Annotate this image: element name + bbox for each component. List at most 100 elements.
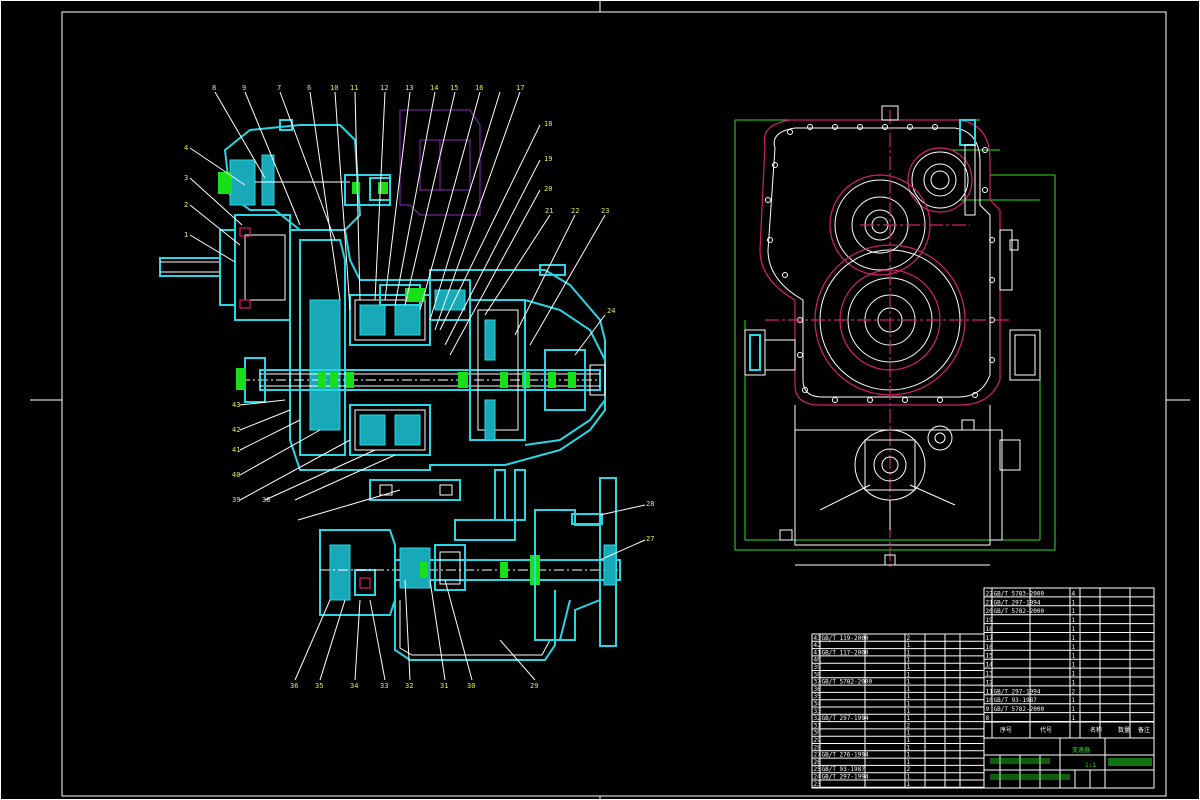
callout-15: 15	[450, 84, 458, 92]
bom-cell: 19	[986, 617, 994, 624]
bom-cell: 1	[907, 759, 911, 766]
bom-cell: 1	[907, 737, 911, 744]
bom-cell: GB/T 119-2000	[822, 635, 869, 642]
bom-cell: 15	[986, 653, 994, 660]
bom-cell: 1	[1072, 653, 1076, 660]
callout-23: 23	[601, 207, 609, 215]
bom-cell: 4	[1072, 590, 1076, 597]
bom-cell: 33	[814, 708, 822, 715]
bom-cell: GB/T 297-1994	[994, 688, 1041, 695]
bom-cell: 34	[814, 701, 822, 708]
callout-21: 21	[545, 207, 553, 215]
bom-cell: 10	[986, 697, 994, 704]
bom-cell: 27	[814, 752, 822, 759]
bom-cell: 11	[986, 688, 994, 695]
callout-28: 28	[646, 500, 654, 508]
callout-41: 41	[232, 446, 240, 454]
drawing-name: 变速器	[1072, 746, 1090, 754]
callout-17: 17	[516, 84, 524, 92]
bom-cell: 20	[986, 608, 994, 615]
bom-cell: GB/T 297-1994	[994, 599, 1041, 606]
bom-cell: 42	[814, 642, 822, 649]
callout-43: 43	[232, 401, 240, 409]
bom-cell: 1	[907, 708, 911, 715]
bom-cell: 1	[1072, 697, 1076, 704]
callout-4: 4	[184, 144, 188, 152]
callout-40: 40	[232, 471, 240, 479]
front-view	[734, 105, 1056, 570]
bom-cell: 39	[814, 664, 822, 671]
bom-right-table: 22 GB/T 5783-2000 421 GB/T 297-1994 120 GB/T …	[983, 587, 1155, 739]
drawing-scale: 1:1	[1085, 762, 1096, 769]
bom-cell: 29	[814, 737, 822, 744]
bom-cell: 22	[986, 590, 994, 597]
bom-header-code: 代号	[1040, 726, 1052, 734]
bom-cell: 35	[814, 693, 822, 700]
cad-drawing-sheet: 8 9 7 6 10 11 12 13 14 15 16 17 18 19 20…	[0, 0, 1200, 800]
bom-cell: 14	[986, 662, 994, 669]
callout-35: 35	[315, 682, 323, 690]
callout-20: 20	[544, 185, 552, 193]
bom-left-table: 43 GB/T 119-2000 2 42 1 41 GB/T 117-2000 1 40 1 39…	[811, 633, 985, 789]
bom-cell: GB/T 276-1994	[822, 752, 869, 759]
bom-cell: 43	[814, 635, 822, 642]
bom-cell: 1	[907, 664, 911, 671]
bom-cell: 41	[814, 649, 822, 656]
callout-13: 13	[405, 84, 413, 92]
bom-cell: 1	[1072, 635, 1076, 642]
bom-cell: 40	[814, 657, 822, 664]
callout-18: 18	[544, 120, 552, 128]
bom-cell: 13	[986, 671, 994, 678]
bom-cell: GB/T 5782-2000	[822, 679, 873, 686]
bom-cell: 1	[907, 657, 911, 664]
callout-16: 16	[475, 84, 483, 92]
bom-cell: 2	[907, 766, 911, 773]
bom-cell: GB/T 93-1987	[822, 766, 866, 773]
bom-cell: GB/T 117-2000	[822, 649, 869, 656]
callout-1: 1	[184, 231, 188, 239]
bom-cell: GB/T 5783-2000	[994, 590, 1045, 597]
drawing-frame	[0, 0, 1200, 800]
bom-cell: 2	[907, 722, 911, 729]
bom-cell: 26	[814, 759, 822, 766]
callout-11: 11	[350, 84, 358, 92]
callout-39: 39	[232, 496, 240, 504]
bom-cell: 1	[1072, 617, 1076, 624]
bom-cell: 2	[907, 635, 911, 642]
bom-cell: 32	[814, 715, 822, 722]
callout-2: 2	[184, 201, 188, 209]
bom-cell: 1	[907, 686, 911, 693]
bom-cell: 1	[1072, 715, 1076, 722]
bom-cell: 1	[907, 679, 911, 686]
callout-29: 29	[530, 682, 538, 690]
bom-cell: 37	[814, 679, 822, 686]
callout-27: 27	[646, 535, 654, 543]
bom-cell: 1	[1072, 608, 1076, 615]
callout-33: 33	[380, 682, 388, 690]
bom-header-note: 备注	[1138, 726, 1150, 734]
callout-7: 7	[277, 84, 281, 92]
bom-cell: 1	[907, 649, 911, 656]
bom-cell: GB/T 5782-2000	[994, 608, 1045, 615]
callout-32: 32	[405, 682, 413, 690]
bom-cell: 25	[814, 766, 822, 773]
callout-36: 36	[290, 682, 298, 690]
bom-cell: 1	[907, 744, 911, 751]
callout-38: 38	[262, 496, 270, 504]
bom-cell: 1	[907, 715, 911, 722]
callout-42: 42	[232, 426, 240, 434]
bom-cell: 21	[986, 599, 994, 606]
callout-10: 10	[330, 84, 338, 92]
bom-cell: 1	[907, 774, 911, 781]
bom-cell: 31	[814, 722, 822, 729]
bom-cell: 1	[1072, 662, 1076, 669]
callout-30: 30	[467, 682, 475, 690]
bom-cell: 12	[986, 679, 994, 686]
bom-cell: GB/T 297-1994	[822, 774, 869, 781]
callout-12: 12	[380, 84, 388, 92]
bom-cell: 1	[1072, 644, 1076, 651]
callout-3: 3	[184, 174, 188, 182]
bom-header-no: 序号	[1000, 726, 1012, 734]
callout-9: 9	[242, 84, 246, 92]
bom-cell: GB/T 297-1994	[822, 715, 869, 722]
